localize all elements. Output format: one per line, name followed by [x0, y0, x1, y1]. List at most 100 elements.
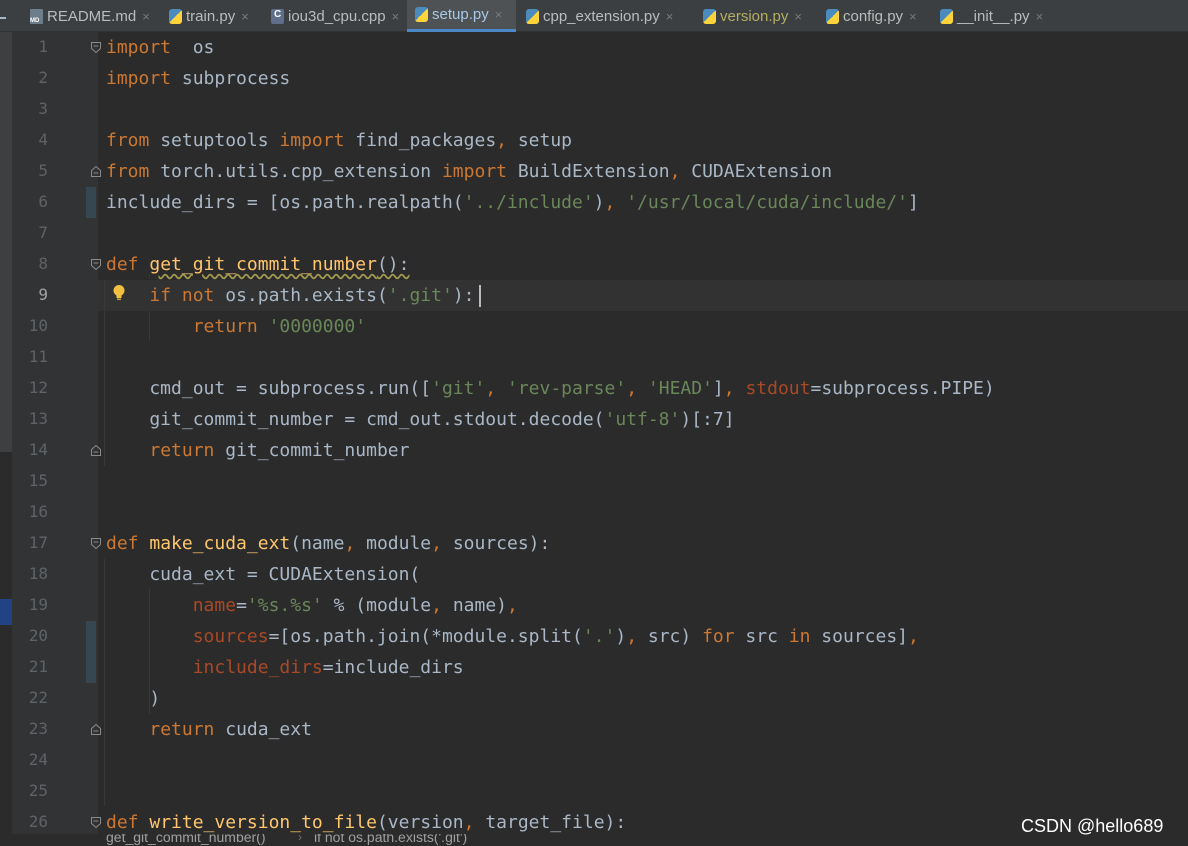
- code-token: sources):: [441, 533, 551, 554]
- code-token: ): [593, 192, 605, 213]
- code-token: ():: [376, 254, 410, 275]
- code-token: sources: [192, 626, 269, 647]
- line-number[interactable]: 9: [14, 285, 48, 304]
- tab-label: __init__.py: [957, 7, 1030, 25]
- code-line[interactable]: cmd_out = subprocess.run(['git', 'rev-pa…: [106, 373, 994, 404]
- fold-collapse-icon[interactable]: [91, 538, 101, 549]
- fold-end-icon[interactable]: [91, 445, 101, 456]
- line-number[interactable]: 20: [14, 626, 48, 645]
- line-number[interactable]: 3: [14, 99, 48, 118]
- tab-init-py[interactable]: __init__.py ×: [932, 0, 1052, 32]
- close-tab-icon[interactable]: ×: [794, 9, 802, 24]
- code-token: =: [236, 595, 247, 616]
- close-tab-icon[interactable]: ×: [909, 9, 917, 24]
- code-line[interactable]: import os: [106, 32, 214, 63]
- code-token: make_cuda_ext: [149, 533, 291, 554]
- tab-iou3d-cpu-cpp[interactable]: iou3d_cpu.cpp ×: [263, 0, 405, 32]
- line-number[interactable]: 10: [14, 316, 48, 335]
- close-tab-icon[interactable]: ×: [241, 9, 249, 24]
- breadcrumb-item-function[interactable]: get_git_commit_number(): [106, 834, 266, 846]
- code-line[interactable]: include_dirs=include_dirs: [106, 652, 464, 683]
- fold-end-icon[interactable]: [91, 166, 101, 177]
- line-number[interactable]: 18: [14, 564, 48, 583]
- close-tab-icon[interactable]: ×: [1036, 9, 1044, 24]
- code-token: get_git_commit_number: [149, 254, 377, 275]
- tab-bar-menu-icon[interactable]: [0, 0, 14, 32]
- code-token: from: [106, 161, 150, 182]
- line-number[interactable]: 2: [14, 68, 48, 87]
- line-number[interactable]: 4: [14, 130, 48, 149]
- close-tab-icon[interactable]: ×: [142, 9, 150, 24]
- code-line[interactable]: def get_git_commit_number():: [106, 249, 409, 280]
- line-number[interactable]: 5: [14, 161, 48, 180]
- code-line[interactable]: def make_cuda_ext(name, module, sources)…: [106, 528, 550, 559]
- close-tab-icon[interactable]: ×: [392, 9, 400, 24]
- code-token: =include_dirs: [322, 657, 464, 678]
- close-tab-icon[interactable]: ×: [666, 9, 674, 24]
- line-number[interactable]: 17: [14, 533, 48, 552]
- code-token: sources]: [810, 626, 909, 647]
- close-tab-icon[interactable]: ×: [495, 7, 503, 22]
- code-line[interactable]: if not os.path.exists('.git'):: [106, 280, 474, 311]
- code-token: find_packages: [344, 130, 497, 151]
- change-marker[interactable]: [86, 187, 96, 218]
- line-number[interactable]: 6: [14, 192, 48, 211]
- tab-config-py[interactable]: config.py ×: [818, 0, 930, 32]
- code-token: subprocess: [171, 68, 291, 89]
- scroll-position-indicator[interactable]: [0, 32, 12, 452]
- line-number[interactable]: 11: [14, 347, 48, 366]
- code-line[interactable]: name='%s.%s' % (module, name),: [106, 590, 518, 621]
- line-number[interactable]: 19: [14, 595, 48, 614]
- code-line[interactable]: cuda_ext = CUDAExtension(: [106, 559, 420, 590]
- code-line[interactable]: return git_commit_number: [106, 435, 409, 466]
- fold-collapse-icon[interactable]: [91, 259, 101, 270]
- cpp-file-icon: [271, 8, 284, 24]
- breadcrumb-item-if[interactable]: if not os.path.exists('.git'): [314, 834, 467, 846]
- line-number[interactable]: 14: [14, 440, 48, 459]
- fold-collapse-icon[interactable]: [91, 42, 101, 53]
- markdown-file-icon: [30, 8, 43, 24]
- fold-end-icon[interactable]: [91, 724, 101, 735]
- fold-collapse-icon[interactable]: [91, 817, 101, 828]
- tab-train-py[interactable]: train.py ×: [161, 0, 261, 32]
- tab-readme-md[interactable]: README.md ×: [22, 0, 153, 32]
- code-line[interactable]: sources=[os.path.join(*module.split('.')…: [106, 621, 919, 652]
- code-line[interactable]: from setuptools import find_packages, se…: [106, 125, 572, 156]
- line-number[interactable]: 22: [14, 688, 48, 707]
- indent-guide: [104, 280, 105, 466]
- code-token: ,: [507, 595, 518, 616]
- code-token: '0000000': [268, 316, 367, 337]
- code-token: CUDAExtension: [680, 161, 833, 182]
- line-number[interactable]: 25: [14, 781, 48, 800]
- line-number[interactable]: 15: [14, 471, 48, 490]
- line-number[interactable]: 8: [14, 254, 48, 273]
- code-line[interactable]: return '0000000': [106, 311, 366, 342]
- code-token: (version: [376, 812, 464, 833]
- change-marker[interactable]: [86, 621, 96, 683]
- code-line[interactable]: git_commit_number = cmd_out.stdout.decod…: [106, 404, 734, 435]
- line-number[interactable]: 1: [14, 37, 48, 56]
- tab-cpp-extension-py[interactable]: cpp_extension.py ×: [518, 0, 693, 32]
- tab-setup-py[interactable]: setup.py ×: [407, 0, 516, 32]
- line-number[interactable]: 13: [14, 409, 48, 428]
- line-number[interactable]: 21: [14, 657, 48, 676]
- code-line[interactable]: return cuda_ext: [106, 714, 312, 745]
- line-number[interactable]: 23: [14, 719, 48, 738]
- lightbulb-icon[interactable]: [111, 284, 127, 302]
- line-number[interactable]: 26: [14, 812, 48, 831]
- code-line[interactable]: import subprocess: [106, 63, 290, 94]
- tab-version-py[interactable]: version.py ×: [695, 0, 816, 32]
- line-number[interactable]: 12: [14, 378, 48, 397]
- code-line[interactable]: include_dirs = [os.path.realpath('../inc…: [106, 187, 919, 218]
- code-line[interactable]: from torch.utils.cpp_extension import Bu…: [106, 156, 832, 187]
- line-number[interactable]: 7: [14, 223, 48, 242]
- tab-label: train.py: [186, 7, 236, 25]
- code-line[interactable]: ): [106, 683, 160, 714]
- line-number[interactable]: 16: [14, 502, 48, 521]
- line-number-gutter: [0, 32, 98, 834]
- line-number[interactable]: 24: [14, 750, 48, 769]
- code-token: if not: [149, 285, 215, 306]
- code-token: target_file):: [474, 812, 627, 833]
